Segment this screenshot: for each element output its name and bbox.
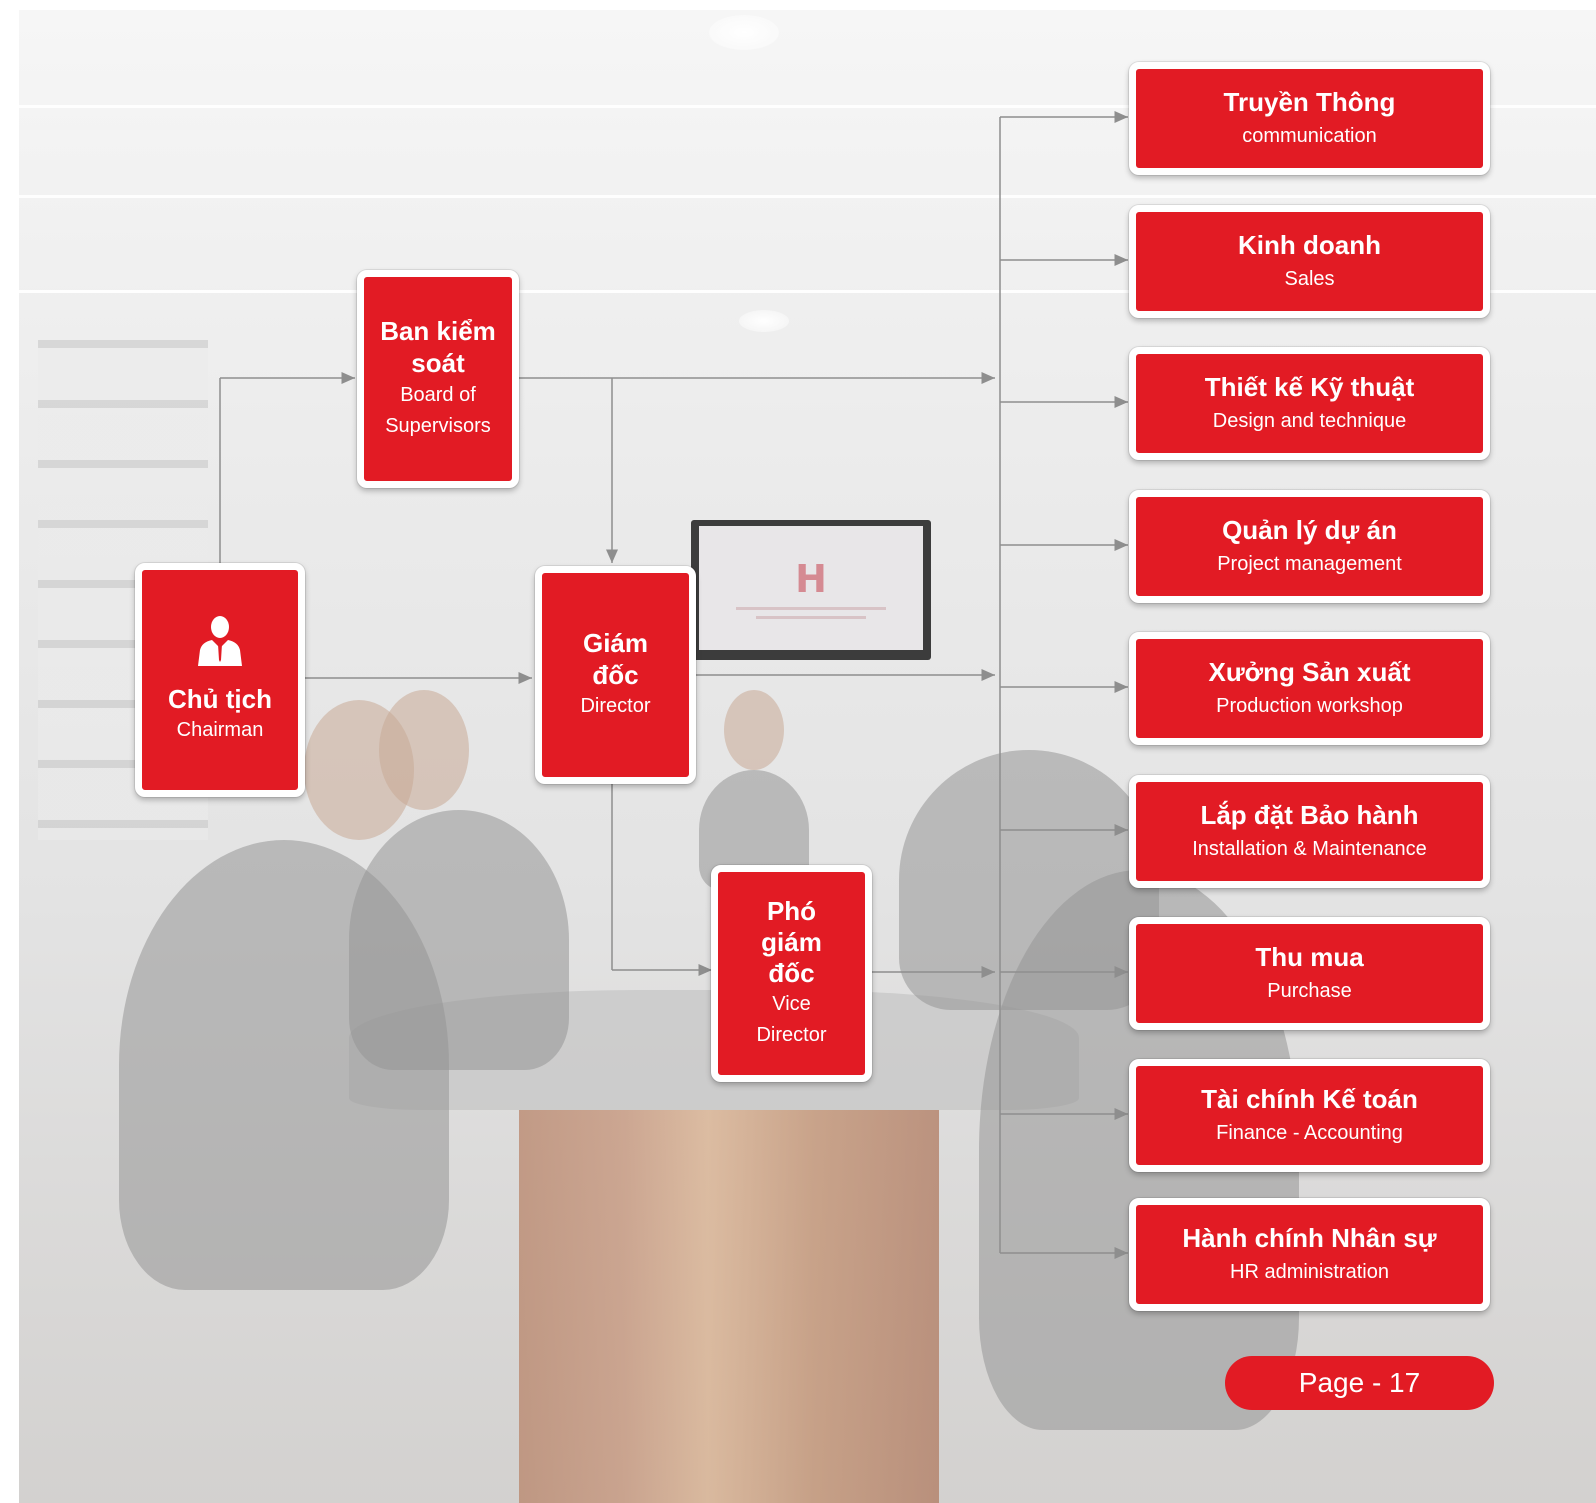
dept-hr-administration: Hành chính Nhân sự HR administration xyxy=(1129,1198,1490,1311)
person-icon xyxy=(198,615,242,666)
dept-production-workshop: Xưởng Sản xuất Production workshop xyxy=(1129,632,1490,745)
dept-title: Hành chính Nhân sự xyxy=(1182,1223,1437,1254)
node-board-of-supervisors: Ban kiểm soát Board of Supervisors xyxy=(357,270,519,488)
dept-project-management: Quản lý dự án Project management xyxy=(1129,490,1490,603)
chairman-subtitle: Chairman xyxy=(176,719,264,742)
dept-subtitle: Sales xyxy=(1284,267,1335,290)
dept-installation-maintenance: Lắp đặt Bảo hành Installation & Maintena… xyxy=(1129,775,1490,888)
director-subtitle: Director xyxy=(580,694,651,717)
node-chairman: Chủ tịch Chairman xyxy=(135,563,305,797)
supervisors-title: Ban kiểm soát xyxy=(380,316,496,378)
node-vice-director: Phó giám đốc Vice Director xyxy=(711,865,872,1082)
dept-subtitle: Finance - Accounting xyxy=(1216,1121,1403,1144)
dept-design-technique: Thiết kế Kỹ thuật Design and technique xyxy=(1129,347,1490,460)
dept-subtitle: Production workshop xyxy=(1216,694,1403,717)
dept-title: Xưởng Sản xuất xyxy=(1208,657,1411,688)
dept-subtitle: communication xyxy=(1242,124,1377,147)
dept-title: Thiết kế Kỹ thuật xyxy=(1204,372,1415,403)
dept-title: Lắp đặt Bảo hành xyxy=(1200,800,1419,831)
node-director: Giám đốc Director xyxy=(535,566,696,784)
dept-title: Truyền Thông xyxy=(1223,87,1396,118)
page-number-badge: Page - 17 xyxy=(1225,1356,1494,1410)
dept-title: Thu mua xyxy=(1255,942,1364,973)
dept-title: Quản lý dự án xyxy=(1222,515,1397,546)
dept-subtitle: Installation & Maintenance xyxy=(1192,837,1427,860)
dept-finance-accounting: Tài chính Kế toán Finance - Accounting xyxy=(1129,1059,1490,1172)
dept-sales: Kinh doanh Sales xyxy=(1129,205,1490,318)
supervisors-subtitle: Board of Supervisors xyxy=(385,383,491,437)
vice-director-title: Phó giám đốc xyxy=(761,895,822,989)
dept-title: Kinh doanh xyxy=(1238,230,1381,261)
dept-subtitle: Design and technique xyxy=(1212,409,1407,432)
dept-subtitle: Purchase xyxy=(1267,979,1352,1002)
vice-director-subtitle: Vice Director xyxy=(756,993,827,1047)
dept-purchase: Thu mua Purchase xyxy=(1129,917,1490,1030)
dept-title: Tài chính Kế toán xyxy=(1201,1084,1418,1115)
director-title: Giám đốc xyxy=(582,628,649,690)
dept-communication: Truyền Thông communication xyxy=(1129,62,1490,175)
chairman-title: Chủ tịch xyxy=(168,683,272,714)
dept-subtitle: HR administration xyxy=(1230,1260,1389,1283)
dept-subtitle: Project management xyxy=(1217,552,1402,575)
